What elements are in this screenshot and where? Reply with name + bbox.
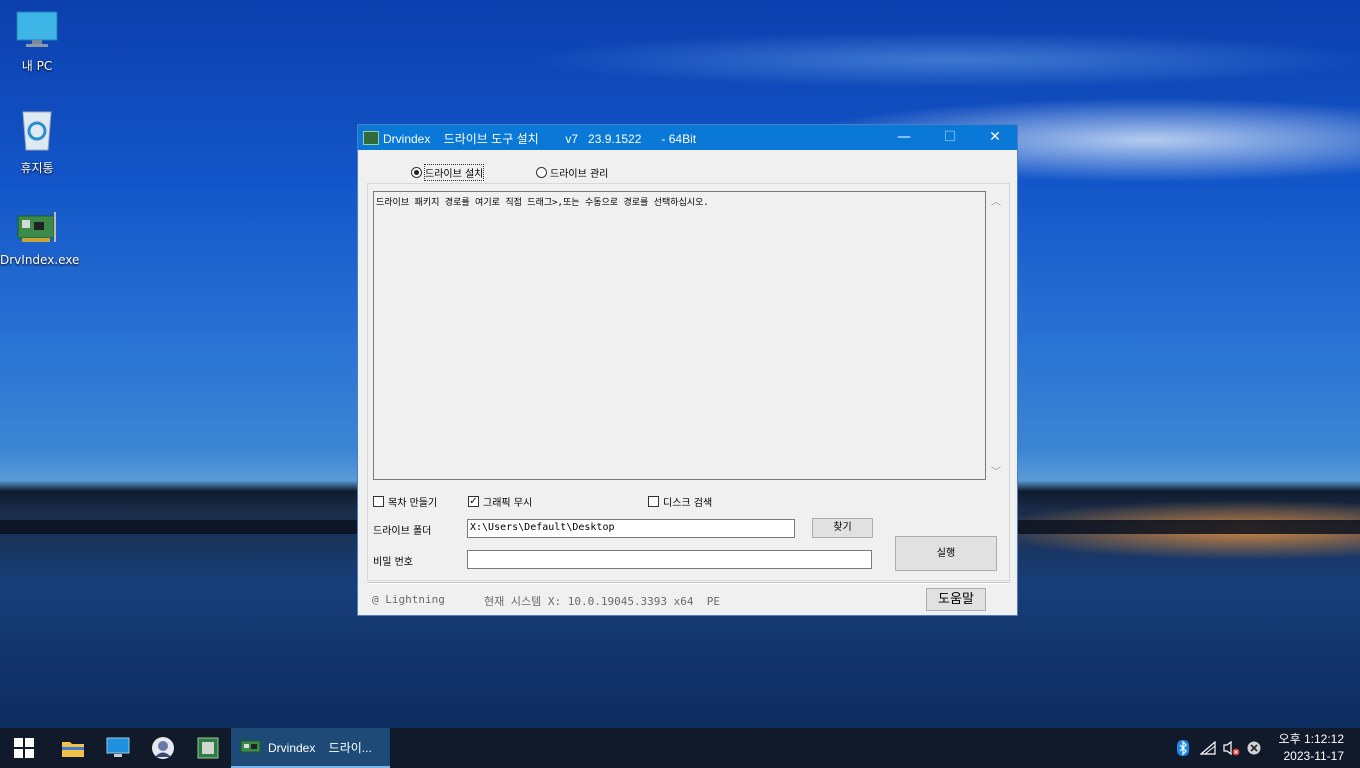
checkbox-ignore-graphics[interactable]: ✓ 그래픽 무시 [468, 494, 532, 509]
taskbar-tool-app[interactable] [185, 728, 230, 768]
checkbox-label: 디스크 검색 [663, 498, 713, 509]
network-icon[interactable] [1198, 728, 1218, 768]
windows-logo-icon [14, 738, 34, 758]
folder-icon [61, 742, 84, 757]
footer-credit: @ Lightning [372, 593, 445, 606]
system-info: 현재 시스템 X: 10.0.19045.3393 x64 PE [484, 595, 721, 608]
network-card-icon [0, 210, 74, 249]
radio-label: 드라이브 관리 [550, 169, 609, 180]
start-button[interactable] [0, 728, 48, 768]
checkbox-make-index[interactable]: 목차 만들기 [373, 494, 437, 509]
log-textarea[interactable]: 드라이브 패키지 경로를 여기로 직접 드래그>,또는 수동으로 경로를 선택하… [373, 191, 986, 480]
taskbar-desktop[interactable] [95, 728, 140, 768]
monitor-icon [106, 737, 129, 757]
log-scrollbar[interactable]: ︿ ﹀ [988, 191, 1004, 480]
checkbox-label: 그래픽 무시 [483, 498, 533, 509]
clock-date: 2023-11-17 [1283, 749, 1345, 763]
window-title: Drvindex 드라이브 도구 설치 v7 23.9.1522 - 64Bit [383, 132, 697, 146]
computer-icon [0, 10, 74, 53]
checkmark-icon: ✓ [468, 495, 479, 507]
desktop-icon-label: 휴지통 [20, 161, 54, 175]
close-circle-icon[interactable] [1244, 728, 1264, 768]
maximize-button[interactable]: ☐ [927, 125, 973, 150]
network-card-icon [240, 740, 261, 753]
browse-button[interactable]: 찾기 [812, 518, 873, 538]
tool-app-icon [197, 737, 218, 759]
password-input[interactable] [467, 550, 872, 569]
app-icon [363, 131, 379, 145]
close-button[interactable]: ✕ [972, 125, 1018, 150]
chevron-down-icon[interactable]: ﹀ [991, 463, 1001, 478]
radio-label: 드라이브 설치 [423, 164, 485, 181]
radio-install-driver[interactable]: 드라이브 설치 [411, 164, 485, 181]
title-bar[interactable]: Drvindex 드라이브 도구 설치 v7 23.9.1522 - 64Bit… [358, 125, 1017, 150]
run-button[interactable]: 실행 [895, 536, 997, 571]
avatar-icon [151, 737, 174, 759]
chevron-up-icon[interactable]: ︿ [991, 193, 1001, 208]
footer-divider [367, 582, 1010, 584]
clock-time: 오후 1:12:12 [1278, 732, 1344, 746]
desktop-icon-recycle-bin[interactable]: 휴지통 [0, 108, 74, 176]
radio-manage-driver[interactable]: 드라이브 관리 [536, 165, 608, 180]
desktop-icon-label: DrvIndex.exe [0, 253, 80, 267]
taskbar: Drvindex 드라이... 오후 1:12:12 2023-11-17 [0, 728, 1360, 768]
taskbar-drvindex-button[interactable]: Drvindex 드라이... [231, 728, 390, 768]
radio-selected-dot [414, 170, 419, 175]
taskbar-app-label: Drvindex 드라이... [268, 740, 372, 755]
desktop-icon-my-pc[interactable]: 내 PC [0, 10, 74, 74]
volume-muted-icon[interactable] [1221, 728, 1241, 768]
checkbox-disk-search[interactable]: 디스크 검색 [648, 494, 712, 509]
folder-label: 드라이브 폴더 [373, 526, 432, 537]
desktop-icon-label: 내 PC [21, 59, 53, 73]
drvindex-window: Drvindex 드라이브 도구 설치 v7 23.9.1522 - 64Bit… [357, 124, 1018, 616]
taskbar-file-explorer[interactable] [50, 728, 95, 768]
bluetooth-icon[interactable] [1174, 728, 1192, 768]
desktop-icon-drvindex[interactable]: DrvIndex.exe [0, 210, 80, 267]
minimize-button[interactable]: — [881, 125, 927, 150]
system-clock[interactable]: 오후 1:12:12 2023-11-17 [1279, 731, 1344, 765]
taskbar-anime-app[interactable] [140, 728, 185, 768]
folder-input[interactable]: X:\Users\Default\Desktop [467, 519, 795, 538]
password-label: 비밀 번호 [373, 557, 413, 568]
recycle-bin-icon [0, 108, 74, 155]
help-button[interactable]: 도움말 [926, 588, 986, 611]
checkbox-label: 목차 만들기 [388, 498, 438, 509]
